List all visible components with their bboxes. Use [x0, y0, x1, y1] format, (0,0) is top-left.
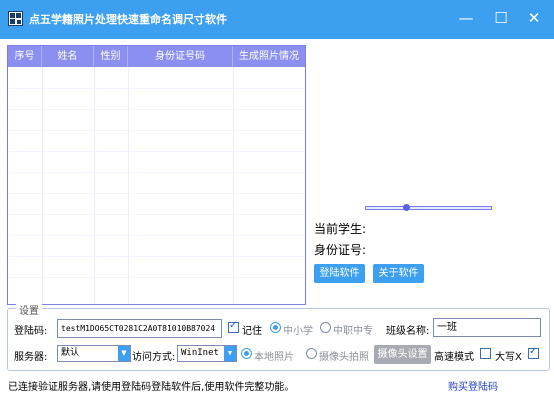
school-level-vocational-label: 中职中专: [333, 326, 373, 337]
class-name-input[interactable]: 一班: [433, 318, 541, 337]
uppercase-x-label: 大写X: [495, 352, 522, 363]
source-camera-radio[interactable]: [306, 348, 317, 359]
access-mode-select[interactable]: WinInet ▼: [177, 345, 237, 362]
column-header-id-number[interactable]: 身份证号码: [128, 46, 233, 67]
source-local-photo-radio[interactable]: [241, 348, 252, 359]
remember-checkbox[interactable]: [228, 320, 239, 333]
column-header-photo-status[interactable]: 生成照片情况: [233, 46, 305, 67]
uppercase-x-checkbox[interactable]: [528, 346, 539, 359]
maximize-button[interactable]: ☐: [491, 8, 511, 28]
access-mode-label: 访问方式:: [132, 352, 176, 363]
login-code-input[interactable]: testM1DO65CT0281C2A0T81010B87024: [57, 319, 222, 338]
chevron-down-icon[interactable]: ▼: [118, 346, 130, 361]
login-code-label: 登陆码:: [14, 326, 48, 337]
app-icon: [8, 11, 23, 26]
login-button[interactable]: 登陆软件: [314, 264, 365, 283]
column-header-name[interactable]: 姓名: [42, 46, 94, 67]
buy-login-code-link[interactable]: 购买登陆码: [448, 378, 498, 393]
chevron-down-icon[interactable]: ▼: [224, 346, 236, 361]
server-select-value: 默认: [61, 348, 80, 358]
zoom-slider[interactable]: [365, 204, 492, 211]
school-level-primary-radio[interactable]: [270, 322, 281, 333]
remember-label: 记住: [242, 326, 262, 337]
high-speed-label: 高速模式: [434, 352, 474, 363]
table-header: 序号 姓名 性别 身份证号码 生成照片情况: [8, 46, 305, 67]
high-speed-checkbox[interactable]: [480, 348, 491, 359]
source-camera-label: 摄像头拍照: [319, 352, 369, 363]
source-local-photo-label: 本地照片: [254, 352, 294, 363]
access-mode-select-value: WinInet: [181, 348, 219, 358]
minimize-button[interactable]: —: [456, 8, 476, 28]
class-name-label: 班级名称:: [386, 326, 430, 337]
close-button[interactable]: ✕: [524, 8, 544, 28]
id-number-label: 身份证号:: [314, 243, 367, 257]
title-bar[interactable]: 点五学籍照片处理快速重命名调尺寸软件 — ☐ ✕: [0, 0, 554, 39]
status-message: 已连接验证服务器,请使用登陆码登陆软件后,使用软件完整功能。: [8, 382, 295, 393]
zoom-slider-thumb[interactable]: [403, 204, 410, 211]
school-level-vocational-radio[interactable]: [320, 322, 331, 333]
settings-legend: 设置: [16, 302, 42, 317]
camera-settings-button[interactable]: 摄像头设置: [374, 345, 431, 364]
column-header-gender[interactable]: 性别: [94, 46, 128, 67]
window-title: 点五学籍照片处理快速重命名调尺寸软件: [29, 13, 227, 26]
current-student-label: 当前学生:: [314, 222, 367, 236]
server-select[interactable]: 默认 ▼: [57, 345, 131, 362]
column-header-index[interactable]: 序号: [8, 46, 42, 67]
school-level-primary-label: 中小学: [283, 326, 313, 337]
server-label: 服务器:: [14, 352, 48, 363]
about-button[interactable]: 关于软件: [373, 264, 424, 283]
student-table[interactable]: 序号 姓名 性别 身份证号码 生成照片情况: [7, 45, 306, 305]
